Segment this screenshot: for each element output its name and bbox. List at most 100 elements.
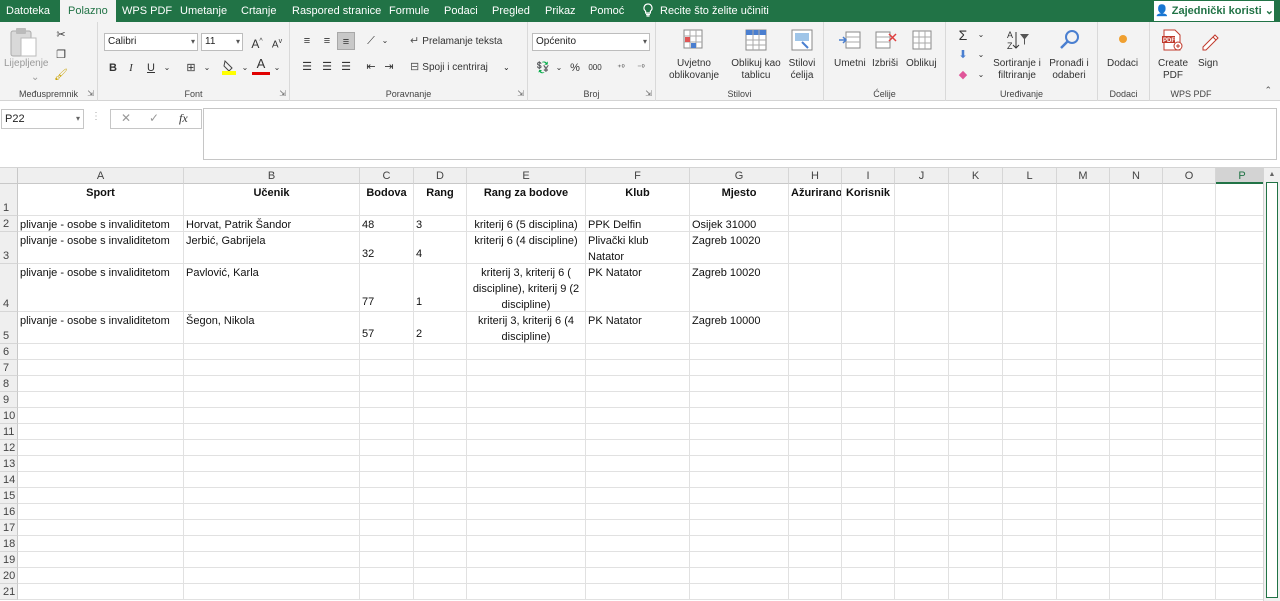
empty-cell[interactable] <box>842 536 895 552</box>
insert-cells-label[interactable]: Umetni <box>834 58 866 70</box>
empty-cell[interactable] <box>842 520 895 536</box>
empty-cell[interactable] <box>1057 216 1110 232</box>
table-cell[interactable]: Horvat, Patrik Šandor <box>184 216 360 232</box>
empty-cell[interactable] <box>414 504 467 520</box>
header-cell[interactable]: Učenik <box>184 184 360 216</box>
empty-cell[interactable] <box>1003 216 1057 232</box>
empty-cell[interactable] <box>690 536 789 552</box>
empty-cell[interactable] <box>1216 232 1263 264</box>
empty-cell[interactable] <box>842 568 895 584</box>
table-cell[interactable]: 3 <box>414 216 467 232</box>
empty-cell[interactable] <box>949 232 1003 264</box>
empty-cell[interactable] <box>895 216 949 232</box>
empty-cell[interactable] <box>1163 264 1216 312</box>
empty-cell[interactable] <box>789 456 842 472</box>
tab-prikaz[interactable]: Prikaz <box>545 0 576 22</box>
empty-cell[interactable] <box>360 584 414 600</box>
empty-cell[interactable] <box>789 392 842 408</box>
header-cell[interactable]: Rang <box>414 184 467 216</box>
empty-cell[interactable] <box>586 536 690 552</box>
conditional-format-icon[interactable] <box>682 28 706 55</box>
empty-cell[interactable] <box>414 536 467 552</box>
table-cell[interactable]: 32 <box>360 232 414 264</box>
empty-cell[interactable] <box>789 536 842 552</box>
empty-cell[interactable] <box>1003 552 1057 568</box>
format-as-table-icon[interactable] <box>744 28 768 55</box>
empty-cell[interactable] <box>690 360 789 376</box>
empty-cell[interactable] <box>949 344 1003 360</box>
column-header-m[interactable]: M <box>1057 168 1110 184</box>
empty-cell[interactable] <box>842 504 895 520</box>
empty-cell[interactable] <box>789 344 842 360</box>
align-center-icon[interactable]: ☰ <box>318 58 336 76</box>
empty-cell[interactable] <box>586 472 690 488</box>
row-header-16[interactable]: 16 <box>0 504 18 520</box>
header-cell[interactable] <box>1003 184 1057 216</box>
header-cell[interactable] <box>1216 184 1263 216</box>
empty-cell[interactable] <box>18 456 184 472</box>
header-cell[interactable] <box>1057 184 1110 216</box>
empty-cell[interactable] <box>184 584 360 600</box>
formula-input[interactable] <box>203 108 1277 160</box>
empty-cell[interactable] <box>1110 376 1163 392</box>
scroll-up-icon[interactable]: ▲ <box>1267 171 1277 179</box>
empty-cell[interactable] <box>467 344 586 360</box>
row-header-1[interactable]: 1 <box>0 184 18 216</box>
chevron-down-icon[interactable]: ⌄ <box>972 66 990 84</box>
table-cell[interactable]: plivanje - osobe s invaliditetom <box>18 232 184 264</box>
empty-cell[interactable] <box>1110 552 1163 568</box>
empty-cell[interactable] <box>586 344 690 360</box>
share-button[interactable]: 👤 Zajednički koristi ⌄ <box>1154 1 1274 21</box>
empty-cell[interactable] <box>1110 536 1163 552</box>
empty-cell[interactable] <box>949 408 1003 424</box>
empty-cell[interactable] <box>842 424 895 440</box>
decrease-indent-icon[interactable]: ⇤ <box>362 58 380 76</box>
empty-cell[interactable] <box>842 440 895 456</box>
empty-cell[interactable] <box>586 392 690 408</box>
table-cell[interactable]: plivanje - osobe s invaliditetom <box>18 216 184 232</box>
empty-cell[interactable] <box>789 520 842 536</box>
header-cell[interactable] <box>1163 184 1216 216</box>
empty-cell[interactable] <box>842 312 895 344</box>
paste-dropdown-icon[interactable]: ⌄ <box>31 72 39 84</box>
format-painter-icon[interactable]: 🖌 <box>52 66 70 84</box>
row-header-6[interactable]: 6 <box>0 344 18 360</box>
empty-cell[interactable] <box>789 376 842 392</box>
vertical-scrollbar[interactable]: ▲ <box>1263 168 1280 601</box>
empty-cell[interactable] <box>1057 552 1110 568</box>
column-header-f[interactable]: F <box>586 168 690 184</box>
tab-raspored-stranice[interactable]: Raspored stranice <box>292 0 381 22</box>
table-cell[interactable]: 57 <box>360 312 414 344</box>
table-cell[interactable]: Jerbić, Gabrijela <box>184 232 360 264</box>
empty-cell[interactable] <box>360 520 414 536</box>
table-cell[interactable]: 48 <box>360 216 414 232</box>
column-header-h[interactable]: H <box>789 168 842 184</box>
row-header-3[interactable]: 3 <box>0 232 18 264</box>
empty-cell[interactable] <box>1110 232 1163 264</box>
empty-cell[interactable] <box>789 472 842 488</box>
empty-cell[interactable] <box>1057 456 1110 472</box>
empty-cell[interactable] <box>789 584 842 600</box>
column-header-j[interactable]: J <box>895 168 949 184</box>
empty-cell[interactable] <box>1163 472 1216 488</box>
header-cell[interactable]: Ažurirano <box>789 184 842 216</box>
empty-cell[interactable] <box>949 360 1003 376</box>
bold-button[interactable]: B <box>104 59 122 77</box>
empty-cell[interactable] <box>949 504 1003 520</box>
pdf-icon[interactable]: PDF <box>1160 28 1184 55</box>
table-cell[interactable]: 2 <box>414 312 467 344</box>
empty-cell[interactable] <box>1057 536 1110 552</box>
chevron-down-icon[interactable]: ⌄ <box>268 59 286 77</box>
empty-cell[interactable] <box>842 488 895 504</box>
empty-cell[interactable] <box>789 264 842 312</box>
empty-cell[interactable] <box>184 424 360 440</box>
table-cell[interactable]: PK Natator <box>586 264 690 312</box>
empty-cell[interactable] <box>1110 456 1163 472</box>
empty-cell[interactable] <box>1110 216 1163 232</box>
sort-filter-icon[interactable]: AZ <box>1006 28 1030 55</box>
tell-me-box[interactable]: Recite što želite učiniti <box>642 0 769 22</box>
empty-cell[interactable] <box>184 392 360 408</box>
tab-umetanje[interactable]: Umetanje <box>180 0 227 22</box>
empty-cell[interactable] <box>467 360 586 376</box>
empty-cell[interactable] <box>1163 360 1216 376</box>
